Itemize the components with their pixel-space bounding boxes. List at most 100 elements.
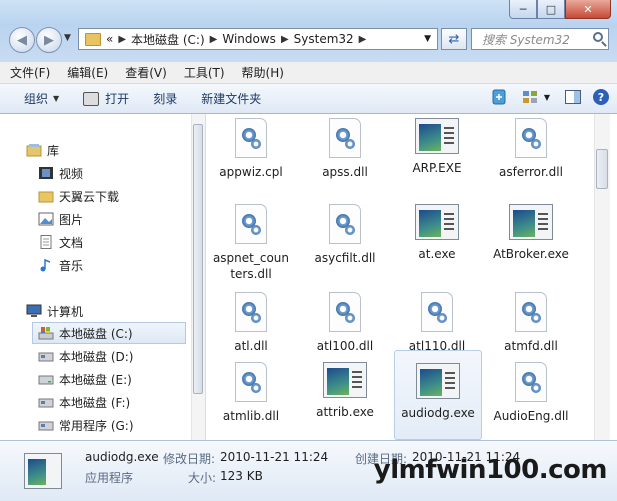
chevron-right-icon[interactable]: ▶	[359, 34, 367, 45]
file-list: appwiz.cpl apss.dll ARP.EXE asferror.dll asp…	[206, 114, 594, 440]
dll-file-icon	[329, 118, 361, 158]
file-item[interactable]: atl100.dll	[302, 290, 388, 354]
file-name: attrib.exe	[316, 405, 374, 419]
nav-libraries[interactable]: 库	[26, 139, 176, 161]
nav-drive-d[interactable]: 本地磁盘 (D:)	[38, 345, 188, 367]
nav-computer[interactable]: 计算机	[26, 300, 176, 322]
refresh-button[interactable]: ⇄	[441, 28, 467, 50]
file-item[interactable]: attrib.exe	[302, 360, 388, 420]
file-item[interactable]: apss.dll	[302, 116, 388, 180]
dll-file-icon	[515, 362, 547, 402]
file-item[interactable]: aspnet_counters.dll	[208, 202, 294, 282]
refresh-icon: ⇄	[448, 31, 460, 47]
organize-button[interactable]: 组织 ▼	[0, 90, 71, 107]
menu-edit[interactable]: 编辑(E)	[57, 64, 115, 81]
dll-file-icon	[515, 292, 547, 332]
nav-item-pictures[interactable]: 图片	[38, 208, 188, 230]
forward-button[interactable]: ▶	[36, 27, 62, 53]
folder-icon	[85, 32, 101, 46]
organize-label: 组织	[24, 92, 49, 106]
recent-pages-dropdown[interactable]: ▼	[64, 33, 71, 43]
menu-file[interactable]: 文件(F)	[0, 64, 57, 81]
address-dropdown[interactable]: ▼	[424, 34, 431, 44]
minimize-button[interactable]: ─	[509, 0, 537, 19]
search-input[interactable]: 搜索 System32	[471, 28, 609, 50]
nav-drive-e[interactable]: 本地磁盘 (E:)	[38, 368, 188, 390]
open-button[interactable]: 打开	[71, 90, 141, 107]
command-bar-right: ▼ ?	[491, 89, 609, 105]
back-button[interactable]: ◀	[9, 27, 35, 53]
file-name: asferror.dll	[499, 165, 563, 179]
details-size-label: 大小:	[188, 471, 217, 485]
nav-item-label: 本地磁盘 (C:)	[59, 326, 133, 341]
breadcrumb-windows[interactable]: Windows	[222, 32, 276, 46]
chevron-right-icon[interactable]: ▶	[118, 34, 126, 45]
file-item[interactable]: audiodg.exe	[394, 350, 482, 440]
file-item[interactable]: AudioEng.dll	[488, 360, 574, 424]
file-item[interactable]: atmfd.dll	[488, 290, 574, 354]
maximize-button[interactable]: □	[537, 0, 565, 19]
file-item[interactable]: at.exe	[394, 202, 480, 262]
dll-file-icon	[421, 292, 453, 332]
nav-item-label: 常用程序 (G:)	[59, 418, 134, 433]
dll-file-icon	[515, 118, 547, 158]
file-item[interactable]: ARP.EXE	[394, 116, 480, 176]
breadcrumb-system32[interactable]: System32	[294, 32, 354, 46]
library-icon	[26, 144, 42, 157]
chevron-right-icon[interactable]: ▶	[210, 34, 218, 45]
file-item[interactable]: asferror.dll	[488, 116, 574, 180]
dll-file-icon	[235, 292, 267, 332]
application-icon	[416, 363, 460, 399]
caret-down-icon: ▼	[53, 94, 60, 103]
burn-label: 刻录	[153, 92, 178, 106]
search-icon[interactable]	[593, 32, 603, 42]
dll-file-icon	[235, 204, 267, 244]
scrollbar-thumb[interactable]	[596, 149, 608, 189]
file-name: at.exe	[418, 247, 456, 261]
file-item[interactable]: asycfilt.dll	[302, 202, 388, 266]
file-name: atl100.dll	[316, 339, 374, 353]
nav-drive-g[interactable]: 常用程序 (G:)	[38, 414, 188, 436]
close-button[interactable]: ✕	[565, 0, 611, 19]
file-item[interactable]: atl110.dll	[394, 290, 480, 354]
chevron-right-icon[interactable]: ▶	[281, 34, 289, 45]
file-item[interactable]: AtBroker.exe	[488, 202, 574, 262]
file-name: atl.dll	[234, 339, 268, 353]
new-folder-button[interactable]: 新建文件夹	[189, 90, 273, 107]
burn-button[interactable]: 刻录	[141, 90, 189, 107]
nav-item-documents[interactable]: 文档	[38, 231, 188, 253]
view-options-icon[interactable]: ▼	[519, 89, 553, 105]
menu-view[interactable]: 查看(V)	[115, 64, 174, 81]
navigation-pane: 库 视频 天翼云下载 图片 文档 音乐 计算机 本地磁盘 (C:) 本地磁盘 (…	[0, 114, 206, 440]
drive-icon	[38, 352, 54, 362]
nav-item-videos[interactable]: 视频	[38, 162, 188, 184]
nav-computer-label: 计算机	[47, 304, 84, 319]
navigation-scrollbar[interactable]	[191, 114, 205, 440]
picture-icon	[38, 212, 54, 226]
breadcrumb-overflow[interactable]: «	[106, 32, 113, 46]
nav-item-music[interactable]: 音乐	[38, 254, 188, 276]
nav-item-cloud-downloads[interactable]: 天翼云下载	[38, 185, 188, 207]
nav-item-label: 文档	[59, 235, 84, 250]
preview-pane-icon[interactable]	[565, 89, 581, 105]
menu-tools[interactable]: 工具(T)	[174, 64, 232, 81]
file-name: atmlib.dll	[222, 409, 280, 423]
file-item[interactable]: atl.dll	[208, 290, 294, 354]
file-item[interactable]: atmlib.dll	[208, 360, 294, 424]
new-folder-label: 新建文件夹	[201, 92, 262, 106]
sync-icon[interactable]	[491, 89, 507, 105]
nav-item-label: 本地磁盘 (E:)	[59, 372, 132, 387]
file-list-scrollbar[interactable]	[594, 114, 610, 440]
address-bar[interactable]: « ▶ 本地磁盘 (C:) ▶ Windows ▶ System32 ▶ ▼	[78, 28, 438, 50]
breadcrumb-drive[interactable]: 本地磁盘 (C:)	[131, 31, 205, 48]
scrollbar-thumb[interactable]	[193, 124, 203, 394]
nav-item-label: 视频	[59, 166, 84, 181]
help-icon[interactable]: ?	[593, 89, 609, 105]
caret-down-icon: ▼	[543, 92, 551, 102]
nav-drive-f[interactable]: 本地磁盘 (F:)	[38, 391, 188, 413]
file-item[interactable]: appwiz.cpl	[208, 116, 294, 180]
nav-item-label: 图片	[59, 212, 84, 227]
menu-help[interactable]: 帮助(H)	[232, 64, 291, 81]
details-size-value: 123 KB	[220, 469, 263, 483]
nav-drive-c[interactable]: 本地磁盘 (C:)	[32, 322, 186, 344]
